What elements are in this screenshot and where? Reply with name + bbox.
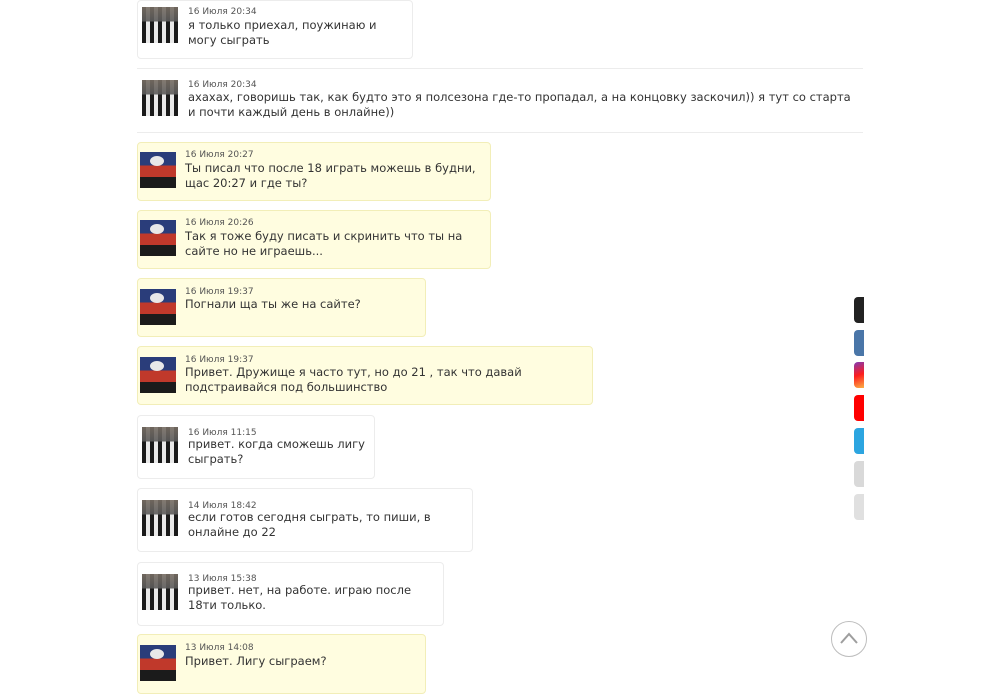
avatar[interactable]	[142, 7, 178, 43]
message-date: 13 Июля 14:08	[185, 643, 254, 653]
instagram-icon[interactable]	[854, 362, 864, 388]
message-text: Привет. Лигу сыграем?	[185, 654, 327, 668]
message-date: 16 Июля 20:26	[185, 218, 254, 228]
chevron-up-icon	[840, 632, 858, 644]
message-text: я только приехал, поужинаю и могу сыграт…	[188, 18, 377, 47]
message-text: Погнали ща ты же на сайте?	[185, 297, 361, 311]
message-date: 16 Июля 20:34	[188, 7, 257, 17]
avatar[interactable]	[142, 80, 178, 116]
message-text: Ты писал что после 18 играть можешь в бу…	[185, 161, 476, 190]
telegram-icon[interactable]	[854, 428, 864, 454]
avatar[interactable]	[142, 500, 178, 536]
message-date: 16 Июля 19:37	[185, 287, 254, 297]
message-list: 16 Июля 20:34 я только приехал, поужинаю…	[0, 0, 1000, 700]
avatar[interactable]	[140, 220, 176, 256]
avatar[interactable]	[140, 357, 176, 393]
message-text: ахахах, говоришь так, как будто это я по…	[188, 90, 851, 119]
message-date: 16 Июля 20:34	[188, 80, 257, 90]
divider	[137, 68, 863, 69]
divider	[137, 132, 863, 133]
avatar[interactable]	[142, 574, 178, 610]
avatar[interactable]	[142, 427, 178, 463]
scroll-to-top-button[interactable]	[831, 621, 867, 657]
soccer-ball-icon[interactable]	[854, 461, 864, 487]
message-date: 16 Июля 19:37	[185, 355, 254, 365]
profile-icon[interactable]	[854, 297, 864, 323]
message-date: 16 Июля 20:27	[185, 150, 254, 160]
extra-link-icon[interactable]	[854, 494, 864, 520]
avatar[interactable]	[140, 289, 176, 325]
avatar[interactable]	[140, 152, 176, 188]
youtube-icon[interactable]	[854, 395, 864, 421]
message-text: если готов сегодня сыграть, то пиши, в о…	[188, 510, 431, 539]
message-text: привет. нет, на работе. играю после 18ти…	[188, 583, 412, 612]
message-text: Так я тоже буду писать и скринить что ты…	[185, 229, 463, 258]
message-text: Привет. Дружище я часто тут, но до 21 , …	[185, 365, 522, 394]
avatar[interactable]	[140, 645, 176, 681]
message-text: привет. когда сможешь лигу сыграть?	[188, 437, 365, 466]
vk-icon[interactable]	[854, 330, 864, 356]
